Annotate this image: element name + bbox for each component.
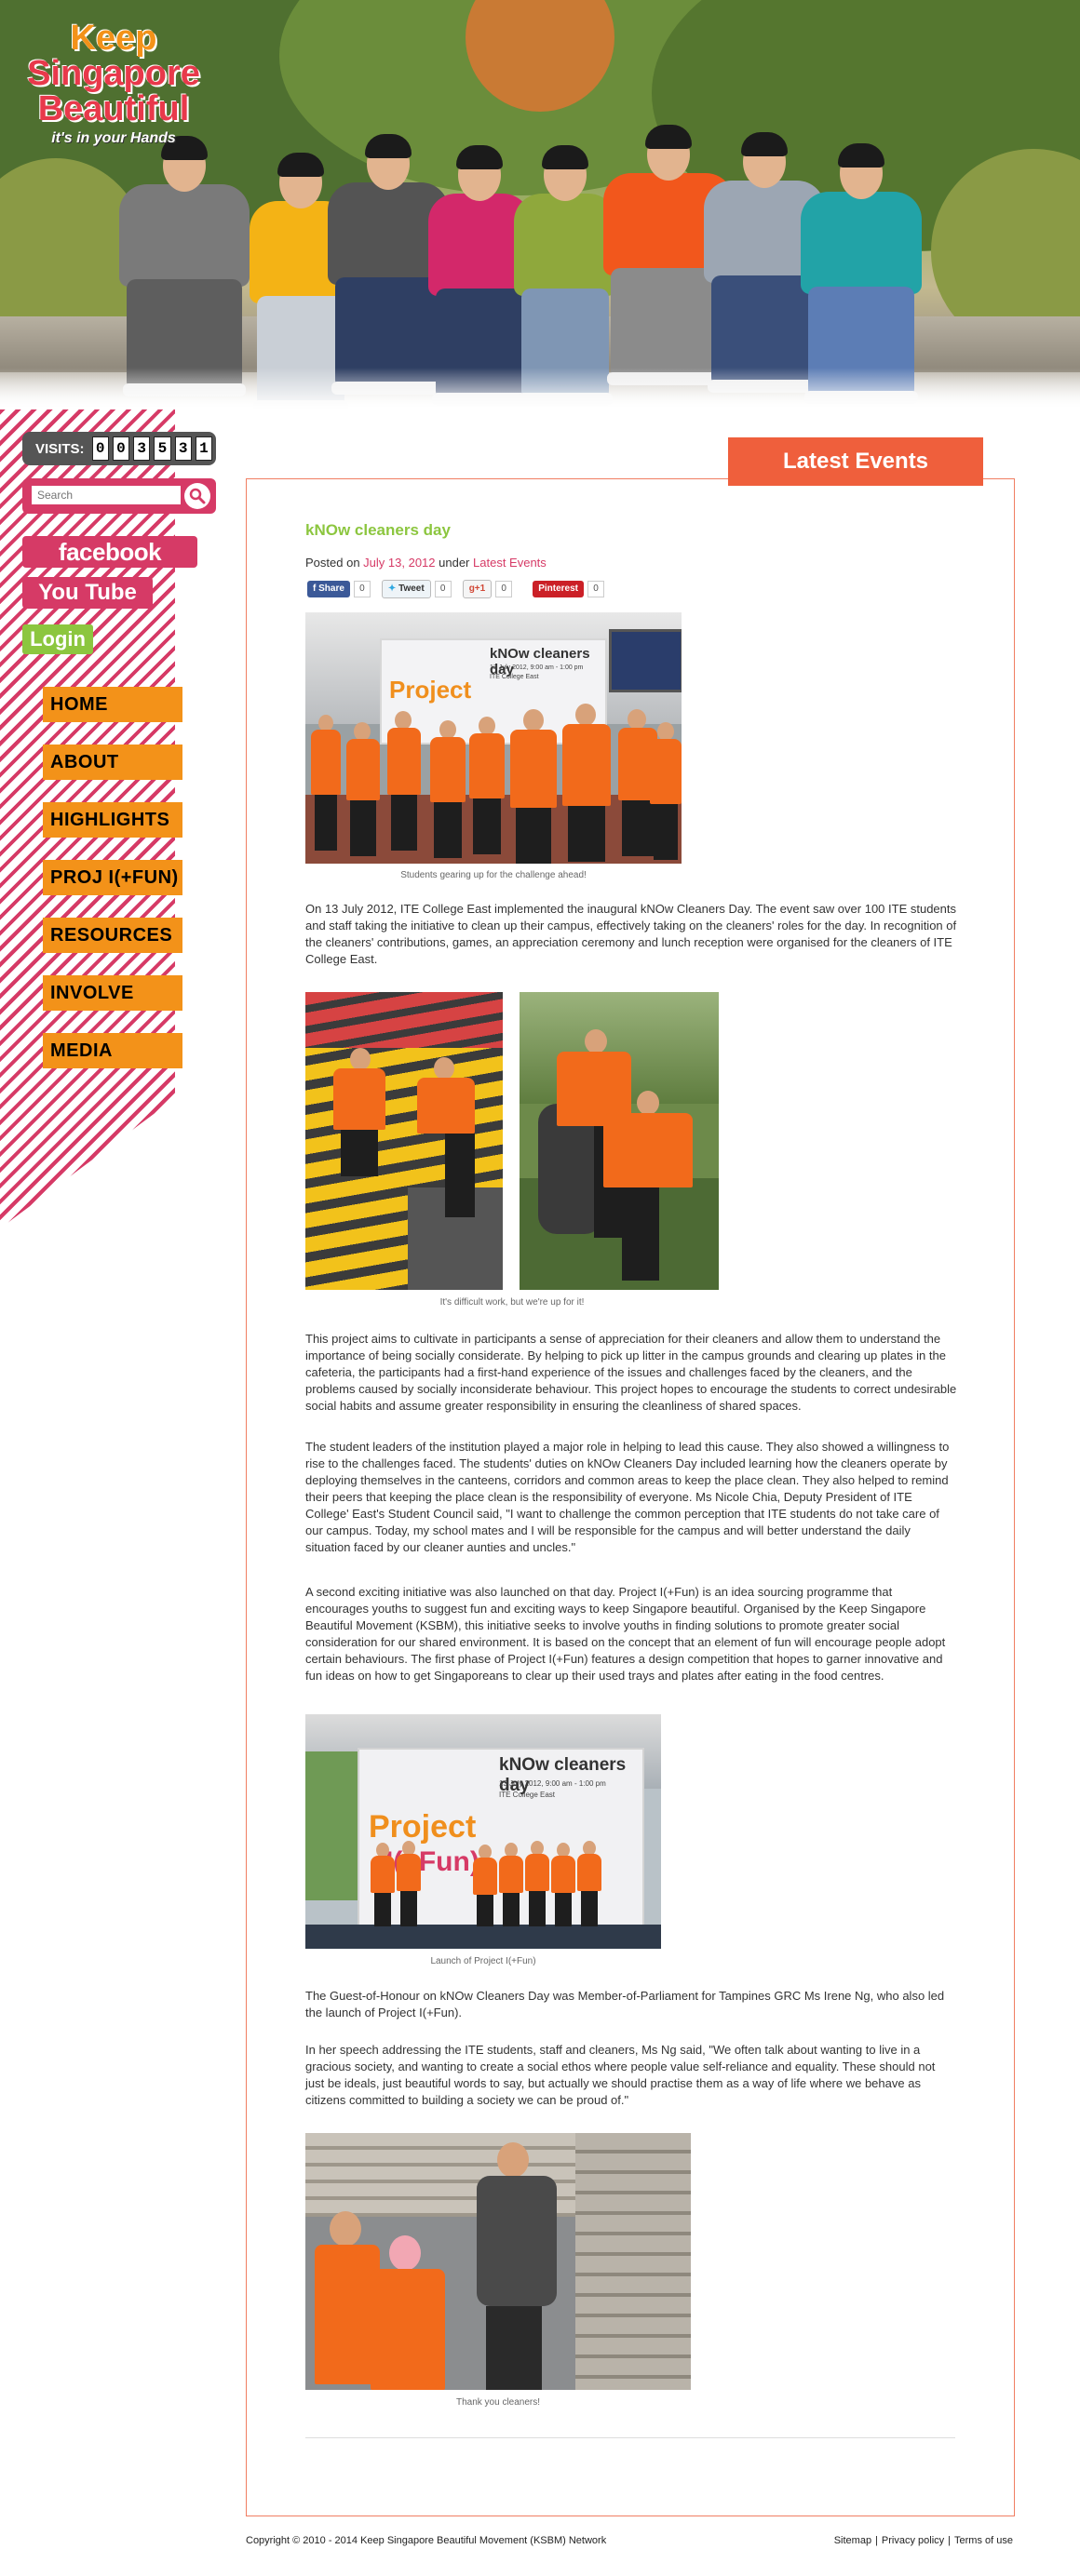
group-person xyxy=(119,136,250,400)
tweet-count: 0 xyxy=(434,581,452,597)
photo-caption: Thank you cleaners! xyxy=(455,2397,541,2408)
gplus-count: 0 xyxy=(495,581,513,597)
visit-counter: VISITS: 0 0 3 5 3 1 xyxy=(22,432,216,465)
backdrop-place: ITE College East xyxy=(490,674,539,680)
footer-separator: | xyxy=(948,2535,952,2546)
footer-link-sitemap[interactable]: Sitemap xyxy=(834,2535,871,2546)
nav-home[interactable]: HOME xyxy=(43,687,182,722)
nav-resources[interactable]: RESOURCES xyxy=(43,918,182,953)
share-bar: f Share 0 ✦ Tweet 0 g+1 0 Pinterest 0 xyxy=(307,580,612,598)
facebook-share-button[interactable]: f Share xyxy=(307,581,350,597)
visit-digit: 0 xyxy=(112,436,130,461)
backdrop-date: 13 July 2012, 9:00 am - 1:00 pm xyxy=(490,664,584,671)
posted-prefix: Posted on xyxy=(305,556,360,570)
footer-link-privacy[interactable]: Privacy policy xyxy=(882,2535,944,2546)
backdrop-project-text: Project xyxy=(369,1809,477,1845)
article-paragraph: The student leaders of the institution p… xyxy=(305,1440,950,1554)
visit-digit: 5 xyxy=(154,436,171,461)
login-button[interactable]: Login xyxy=(22,624,93,654)
tweet-label: Tweet xyxy=(398,584,425,594)
tweet-button[interactable]: ✦ Tweet xyxy=(381,580,431,598)
nav-involve[interactable]: INVOLVE xyxy=(43,975,182,1011)
article-paragraph: The Guest-of-Honour on kNOw Cleaners Day… xyxy=(305,1989,945,2019)
footer-links: Sitemap | Privacy policy | Terms of use xyxy=(834,2535,1013,2546)
photo-caption: Launch of Project I(+Fun) xyxy=(430,1956,536,1966)
nav-about[interactable]: ABOUT xyxy=(43,745,182,780)
header-banner: Keep Singapore Beautiful it's in your Ha… xyxy=(0,0,1080,409)
article-paragraph: This project aims to cultivate in partic… xyxy=(305,1332,957,1413)
visit-digit: 3 xyxy=(133,436,151,461)
gplus-button[interactable]: g+1 xyxy=(462,580,493,598)
event-photo-seats xyxy=(305,992,503,1290)
post-title[interactable]: kNOw cleaners day xyxy=(305,521,451,540)
twitter-bird-icon: ✦ xyxy=(387,584,399,594)
youtube-button[interactable]: You Tube xyxy=(22,577,153,609)
nav-media[interactable]: MEDIA xyxy=(43,1033,182,1068)
footer-separator: | xyxy=(875,2535,878,2546)
group-person xyxy=(514,145,616,406)
photo-caption: Students gearing up for the challenge ah… xyxy=(400,870,587,880)
backdrop-place: ITE College East xyxy=(499,1791,556,1799)
ksb-logo[interactable]: Keep Singapore Beautiful it's in your Ha… xyxy=(20,20,207,147)
facebook-share-count: 0 xyxy=(353,581,371,597)
backdrop-title: kNOw cleaners day xyxy=(490,646,590,678)
post-meta: Posted on July 13, 2012 under Latest Eve… xyxy=(305,556,547,570)
post-divider xyxy=(305,2437,955,2438)
search-box xyxy=(22,478,216,514)
pinterest-count: 0 xyxy=(587,581,604,597)
article-paragraph: On 13 July 2012, ITE College East implem… xyxy=(305,902,957,966)
article-paragraph: In her speech addressing the ITE student… xyxy=(305,2043,936,2107)
backdrop-date: 13 July 2012, 9:00 am - 1:00 pm xyxy=(499,1779,606,1788)
under-text: under xyxy=(439,556,470,570)
logo-text: Keep xyxy=(70,19,157,58)
visits-label: VISITS: xyxy=(35,440,85,457)
footer-link-terms[interactable]: Terms of use xyxy=(954,2535,1013,2546)
event-photo-launch: Project I(+Fun) kNOw cleaners day 13 Jul… xyxy=(305,1714,661,1949)
category-link[interactable]: Latest Events xyxy=(473,556,547,570)
visit-digit: 0 xyxy=(91,436,109,461)
group-person xyxy=(801,143,922,404)
gplus-label: +1 xyxy=(474,584,486,594)
visit-digit: 3 xyxy=(174,436,192,461)
backdrop-project-text: Project xyxy=(389,676,472,704)
logo-tagline: it's in your Hands xyxy=(51,130,176,146)
post-date-link[interactable]: July 13, 2012 xyxy=(363,556,435,570)
search-button[interactable] xyxy=(184,483,210,509)
event-photo-students: Project kNOw cleaners day 13 July 2012, … xyxy=(305,612,682,864)
visit-digit: 1 xyxy=(195,436,213,461)
search-input[interactable] xyxy=(32,486,181,504)
photo-caption: It's difficult work, but we're up for it… xyxy=(439,1297,585,1308)
facebook-share-label: Share xyxy=(318,584,344,594)
event-photo-thanks xyxy=(305,2133,691,2390)
nav-proj-ifun[interactable]: PROJ I(+FUN) xyxy=(43,860,182,895)
nav-highlights[interactable]: HIGHLIGHTS xyxy=(43,802,182,838)
footer-copyright: Copyright © 2010 - 2014 Keep Singapore B… xyxy=(246,2535,607,2546)
logo-text: Beautiful xyxy=(37,89,190,128)
search-icon xyxy=(189,488,206,504)
event-photo-garden xyxy=(520,992,719,1290)
facebook-button[interactable]: facebook xyxy=(22,536,197,568)
article-paragraph: A second exciting initiative was also la… xyxy=(305,1585,946,1683)
pinterest-button[interactable]: Pinterest xyxy=(533,581,584,597)
section-tab: Latest Events xyxy=(728,437,983,486)
logo-text: Singapore xyxy=(27,54,200,93)
